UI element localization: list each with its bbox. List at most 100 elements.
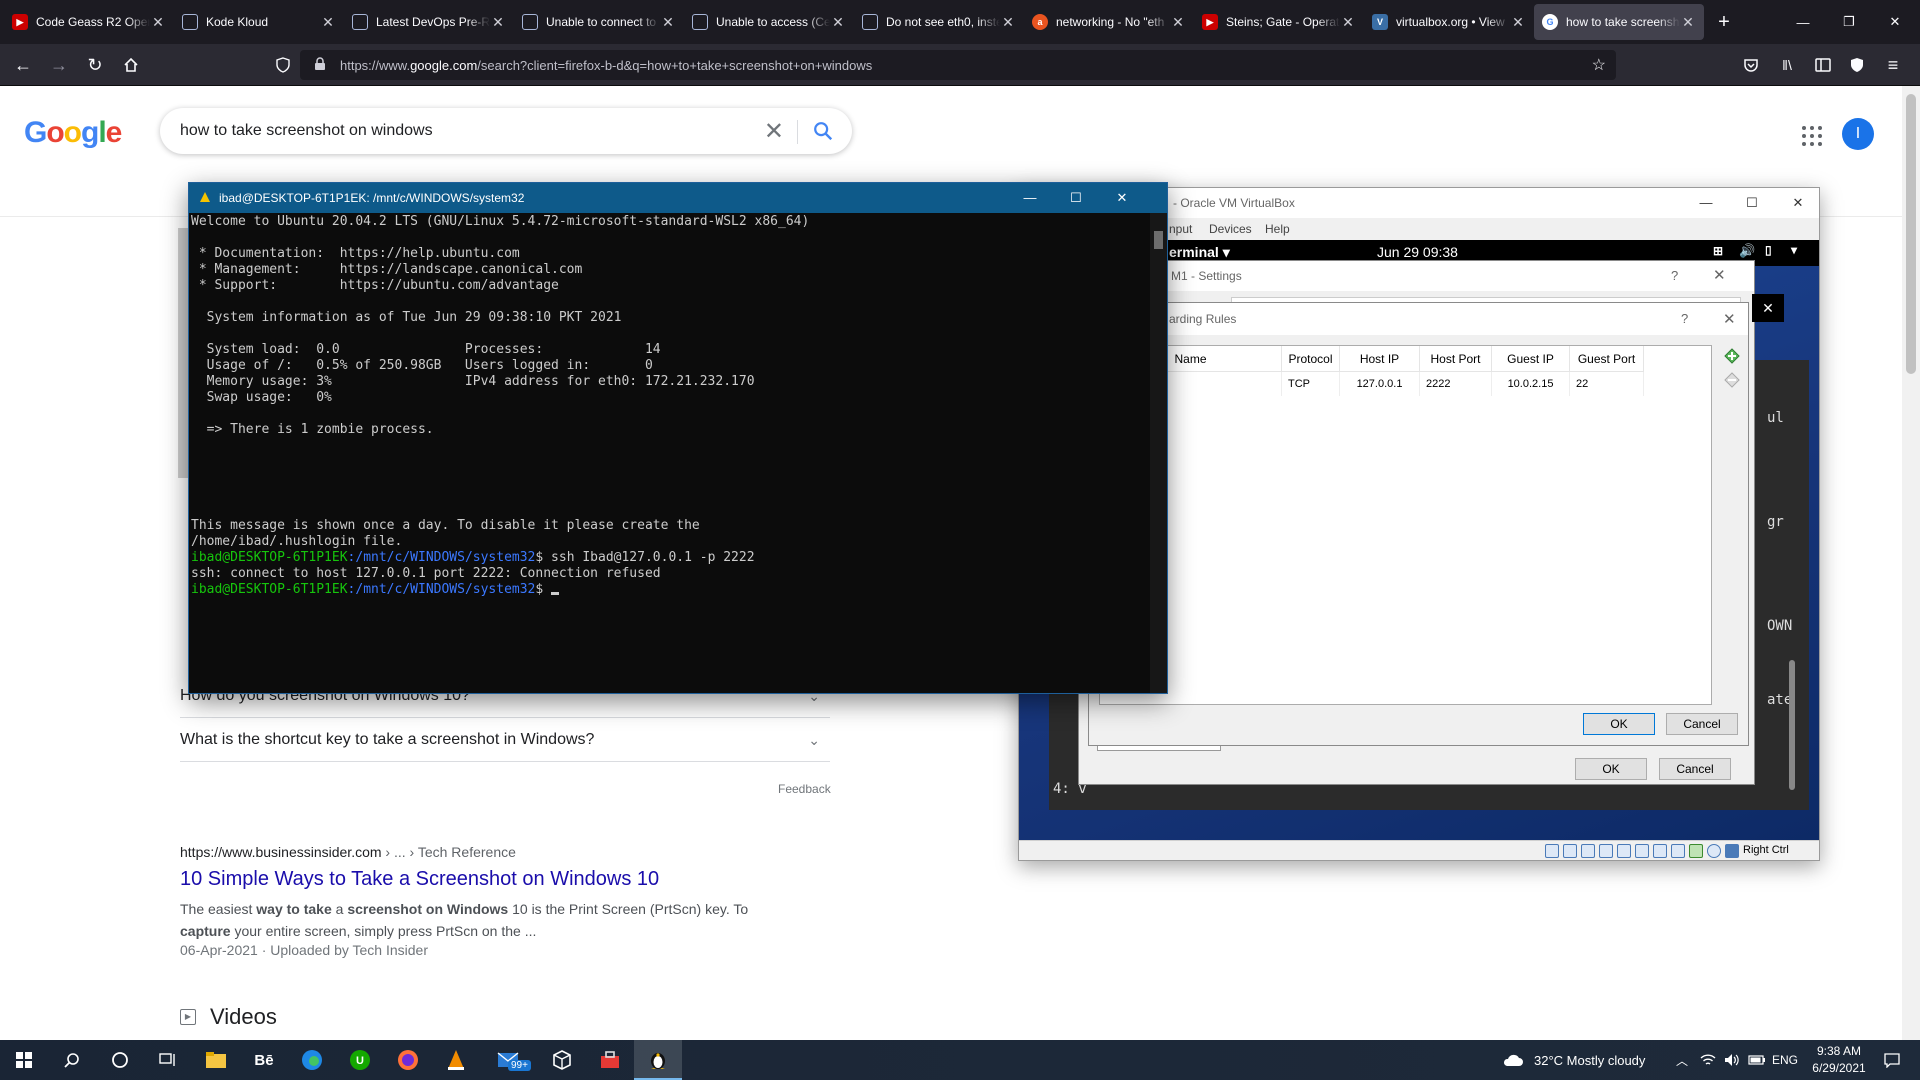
vbox-close-button[interactable]: ✕: [1775, 188, 1821, 218]
activities-app-menu[interactable]: erminal ▾: [1169, 244, 1230, 261]
rule-host-port-cell[interactable]: 2222: [1420, 372, 1492, 396]
add-rule-icon[interactable]: [1723, 347, 1741, 365]
terminal-output[interactable]: Welcome to Ubuntu 20.04.2 LTS (GNU/Linux…: [191, 214, 1141, 598]
feedback-link[interactable]: Feedback: [778, 782, 831, 796]
guest-scrollbar[interactable]: [1789, 660, 1795, 790]
new-tab-button[interactable]: +: [1712, 10, 1736, 34]
volume-icon[interactable]: 🔊: [1739, 243, 1755, 259]
recording-icon[interactable]: [1671, 844, 1685, 858]
browser-tab[interactable]: Do not see eth0, inste ✕: [854, 4, 1024, 40]
page-scrollbar[interactable]: [1902, 86, 1920, 1040]
search-box[interactable]: how to take screenshot on windows ✕: [160, 108, 852, 154]
hdd-icon[interactable]: [1545, 844, 1559, 858]
settings-ok-button[interactable]: OK: [1575, 758, 1647, 780]
cpu-icon[interactable]: [1689, 844, 1703, 858]
toolbox-icon[interactable]: [586, 1040, 634, 1080]
settings-cancel-button[interactable]: Cancel: [1659, 758, 1731, 780]
rule-guest-port-cell[interactable]: 22: [1570, 372, 1644, 396]
close-tab-icon[interactable]: ✕: [660, 14, 676, 31]
column-protocol[interactable]: Protocol: [1282, 346, 1340, 372]
column-host-port[interactable]: Host Port: [1420, 346, 1492, 372]
edge-icon[interactable]: [288, 1040, 336, 1080]
browser-tab[interactable]: ▶ Code Geass R2 Open ✕: [4, 4, 174, 40]
terminal-maximize-button[interactable]: ☐: [1053, 183, 1099, 213]
vbox-maximize-button[interactable]: ☐: [1729, 188, 1775, 218]
file-explorer-icon[interactable]: [192, 1040, 240, 1080]
virtualbox-taskbar-icon[interactable]: [538, 1040, 586, 1080]
system-menu-icon[interactable]: ▾: [1791, 243, 1797, 257]
shared-folder-icon[interactable]: [1635, 844, 1649, 858]
vbox-minimize-button[interactable]: —: [1683, 188, 1729, 218]
close-tab-icon[interactable]: ✕: [1170, 14, 1186, 31]
battery-icon[interactable]: ▯: [1765, 243, 1772, 257]
rule-host-ip-cell[interactable]: 127.0.0.1: [1340, 372, 1420, 396]
close-tab-icon[interactable]: ✕: [150, 14, 166, 31]
scrollbar-thumb[interactable]: [1154, 231, 1163, 249]
rules-close-icon[interactable]: ✕: [1723, 310, 1736, 328]
terminal-close-button[interactable]: ✕: [1099, 183, 1145, 213]
rules-ok-button[interactable]: OK: [1583, 713, 1655, 735]
close-tab-icon[interactable]: ✕: [490, 14, 506, 31]
behance-icon[interactable]: Bē: [240, 1040, 288, 1080]
column-guest-ip[interactable]: Guest IP: [1492, 346, 1570, 372]
show-hidden-icons[interactable]: ︿: [1676, 1040, 1688, 1080]
close-tab-icon[interactable]: ✕: [1340, 14, 1356, 31]
apps-grid-icon[interactable]: [1800, 124, 1824, 148]
gnome-clock[interactable]: Jun 29 09:38: [1377, 244, 1458, 260]
rules-cancel-button[interactable]: Cancel: [1666, 713, 1738, 735]
network-adapter-icon[interactable]: [1599, 844, 1613, 858]
browser-tab[interactable]: a networking - No "eth ✕: [1024, 4, 1194, 40]
terminal-scrollbar[interactable]: [1150, 213, 1167, 693]
search-query[interactable]: how to take screenshot on windows: [180, 122, 433, 140]
help-icon[interactable]: ?: [1681, 311, 1688, 326]
wsl-terminal-window[interactable]: ibad@DESKTOP-6T1P1EK: /mnt/c/WINDOWS/sys…: [188, 182, 1168, 694]
back-icon[interactable]: ←: [10, 52, 36, 78]
display-icon[interactable]: [1653, 844, 1667, 858]
home-icon[interactable]: [118, 52, 144, 78]
forward-icon[interactable]: →: [46, 52, 72, 78]
close-window-button[interactable]: ✕: [1872, 0, 1918, 44]
menu-input[interactable]: nput: [1169, 222, 1192, 236]
browser-tab[interactable]: Kode Kloud ✕: [174, 4, 344, 40]
minimize-button[interactable]: —: [1780, 0, 1826, 44]
close-tab-icon[interactable]: ✕: [830, 14, 846, 31]
close-tab-icon[interactable]: ✕: [1680, 14, 1696, 31]
scrollbar-thumb[interactable]: [1906, 94, 1916, 374]
remove-rule-icon[interactable]: [1723, 371, 1741, 389]
pocket-icon[interactable]: [1738, 52, 1764, 78]
column-host-ip[interactable]: Host IP: [1340, 346, 1420, 372]
windows-start-icon[interactable]: [0, 1040, 48, 1080]
menu-help[interactable]: Help: [1265, 222, 1290, 236]
browser-tab[interactable]: Latest DevOps Pre-Re ✕: [344, 4, 514, 40]
upwork-icon[interactable]: U: [336, 1040, 384, 1080]
host-key-icon[interactable]: [1725, 844, 1739, 858]
usb-icon[interactable]: [1617, 844, 1631, 858]
search-icon[interactable]: [812, 120, 834, 142]
library-icon[interactable]: ǁ\: [1774, 52, 1800, 78]
browser-tab-active[interactable]: Ghow to take screensh ✕: [1534, 4, 1704, 40]
sidebar-icon[interactable]: [1810, 52, 1836, 78]
url-bar[interactable]: https://www.google.com/search?client=fir…: [300, 50, 1616, 80]
battery-icon[interactable]: [1748, 1040, 1766, 1080]
extension-shield-icon[interactable]: [1844, 52, 1870, 78]
restore-button[interactable]: ❐: [1826, 0, 1872, 44]
vlc-icon[interactable]: [432, 1040, 480, 1080]
port-forwarding-dialog[interactable]: arding Rules ? ✕ Name Protocol Host IP H…: [1088, 302, 1749, 746]
close-tab-icon[interactable]: ✕: [1510, 14, 1526, 31]
rule-protocol-cell[interactable]: TCP: [1282, 372, 1340, 396]
reload-icon[interactable]: ↻: [82, 52, 108, 78]
optical-icon[interactable]: [1563, 844, 1577, 858]
settings-close-icon[interactable]: ✕: [1713, 261, 1726, 291]
notification-icon[interactable]: [1884, 1040, 1900, 1080]
menu-devices[interactable]: Devices: [1209, 222, 1252, 236]
rule-guest-ip-cell[interactable]: 10.0.2.15: [1492, 372, 1570, 396]
menu-icon[interactable]: ≡: [1880, 52, 1906, 78]
browser-tab[interactable]: Vvirtualbox.org • View ✕: [1364, 4, 1534, 40]
shield-icon[interactable]: [270, 52, 296, 78]
faq-item[interactable]: What is the shortcut key to take a scree…: [180, 718, 830, 762]
chevron-down-icon[interactable]: ⌄: [808, 718, 820, 762]
bookmark-star-icon[interactable]: ☆: [1592, 55, 1606, 75]
network-icon[interactable]: ⊞: [1713, 244, 1723, 258]
clear-icon[interactable]: ✕: [764, 117, 784, 146]
mail-icon[interactable]: 99+: [480, 1040, 536, 1080]
